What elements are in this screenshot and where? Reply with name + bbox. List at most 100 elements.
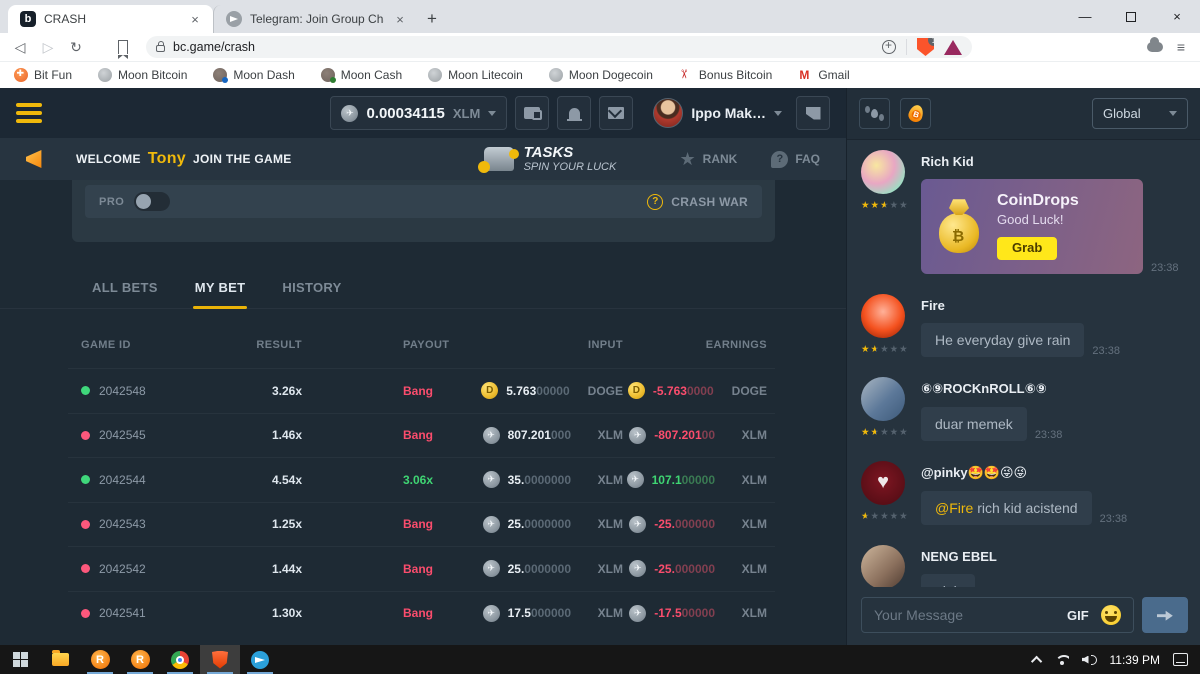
wifi-icon[interactable]	[1055, 655, 1069, 665]
table-row[interactable]: 2042541 1.30x Bang 17.5000000 XLM -17.50…	[68, 591, 775, 636]
bookmark-label: Gmail	[818, 68, 849, 82]
taskbar-telegram-app[interactable]	[240, 645, 280, 674]
gif-button[interactable]: GIF	[1067, 608, 1089, 623]
chat-username[interactable]: Fire	[921, 298, 1188, 313]
input-cell: 5.76300000 DOGE	[468, 382, 623, 399]
lock-icon[interactable]	[156, 45, 165, 52]
table-row[interactable]: 2042545 1.46x Bang 807.201000 XLM -807.2…	[68, 413, 775, 458]
close-tab-icon[interactable]: ×	[187, 12, 203, 27]
taskbar-chrome-app[interactable]	[160, 645, 200, 674]
chat-bubble: duar memek	[921, 407, 1027, 441]
table-row[interactable]: 2042543 1.25x Bang 25.0000000 XLM -25.00…	[68, 502, 775, 547]
crash-war-label[interactable]: CRASH WAR	[671, 195, 748, 209]
messages-button[interactable]	[599, 96, 633, 130]
taskbar-rcoin-app[interactable]: R	[80, 645, 120, 674]
bet-tab-my-bet[interactable]: MY BET	[193, 270, 248, 308]
back-icon[interactable]: ◁	[8, 35, 32, 59]
bookmark-label: Moon Cash	[341, 68, 402, 82]
minimize-button[interactable]: —	[1062, 0, 1108, 33]
action-center-icon[interactable]	[1173, 653, 1188, 666]
close-window-button[interactable]: ×	[1154, 0, 1200, 33]
payout-value: Bang	[308, 384, 468, 398]
rain-button[interactable]	[859, 98, 890, 129]
brave-shield-icon[interactable]: 1	[917, 38, 934, 56]
send-icon	[1157, 608, 1173, 622]
wallet-icon	[524, 107, 540, 119]
bookmark-item[interactable]: Moon Dogecoin	[549, 68, 653, 82]
new-tab-button[interactable]: +	[418, 5, 446, 33]
telegram-icon	[251, 651, 269, 669]
chat-message: ★★★★★ Rich Kid CoinDrops Good Luck! Grab…	[861, 150, 1188, 274]
brave-rewards-icon[interactable]	[944, 40, 962, 55]
tab-telegram[interactable]: Telegram: Join Group Chat ×	[213, 5, 418, 33]
taskbar-start-button[interactable]	[0, 645, 40, 674]
avatar[interactable]	[861, 545, 905, 587]
question-icon: ?	[771, 151, 788, 168]
message-input-box[interactable]: GIF	[861, 597, 1134, 633]
rank-link[interactable]: ★ RANK	[680, 150, 738, 168]
reload-icon[interactable]: ↻	[64, 35, 88, 59]
wallet-button[interactable]	[515, 96, 549, 130]
close-tab-icon[interactable]: ×	[392, 12, 408, 27]
table-row[interactable]: 2042548 3.26x Bang 5.76300000 DOGE -5.76…	[68, 368, 775, 413]
send-button[interactable]	[1142, 597, 1188, 633]
cloud-icon[interactable]	[1147, 42, 1163, 52]
browser-menu-icon[interactable]: ≡	[1177, 39, 1186, 55]
tray-expand-icon[interactable]	[1030, 655, 1041, 666]
avatar[interactable]	[861, 294, 905, 338]
chrome-icon	[171, 651, 189, 669]
tasks-link[interactable]: TASKS SPIN YOUR LUCK	[484, 144, 617, 174]
pro-toggle[interactable]	[134, 192, 170, 211]
avatar[interactable]	[861, 377, 905, 421]
coin-icon	[627, 471, 644, 488]
clock[interactable]: 11:39 PM	[1110, 653, 1160, 667]
bookmark-item[interactable]: Moon Bitcoin	[98, 68, 187, 82]
grab-button[interactable]: Grab	[997, 237, 1057, 260]
volume-icon[interactable]	[1082, 655, 1097, 665]
forward-icon[interactable]: ▷	[36, 35, 60, 59]
tab-title: Telegram: Join Group Chat	[250, 12, 384, 26]
bookmark-item[interactable]: Moon Dash	[213, 68, 294, 82]
avatar[interactable]	[861, 461, 905, 505]
hamburger-menu-icon[interactable]	[16, 103, 42, 123]
chat-username[interactable]: Rich Kid	[921, 154, 1188, 169]
table-row[interactable]: 2042542 1.44x Bang 25.0000000 XLM -25.00…	[68, 546, 775, 591]
url-text[interactable]: bc.game/crash	[173, 40, 874, 54]
chat-username[interactable]: ⑥⑨ROCKnROLL⑥⑨	[921, 381, 1188, 397]
star-icon: ★	[680, 150, 696, 168]
bet-tab-all-bets[interactable]: ALL BETS	[90, 270, 160, 308]
emoji-button[interactable]	[1101, 605, 1121, 625]
balance-selector[interactable]: 0.00034115 XLM	[330, 96, 507, 130]
tab-crash[interactable]: b CRASH ×	[8, 5, 213, 33]
bookmark-item[interactable]: Gmail	[798, 68, 849, 82]
taskbar-brave-app[interactable]	[200, 645, 240, 674]
bookmark-item[interactable]: Bit Fun	[14, 68, 72, 82]
circle-plus-icon[interactable]	[882, 40, 896, 54]
chat-username[interactable]: @pinky🤩🤩😜😜	[921, 465, 1188, 481]
faq-link[interactable]: ? FAQ	[771, 151, 820, 168]
bookmark-item[interactable]: Bonus Bitcoin	[679, 68, 772, 82]
bet-tab-history[interactable]: HISTORY	[280, 270, 343, 308]
maximize-button[interactable]	[1108, 0, 1154, 33]
address-bar[interactable]: bc.game/crash 1	[146, 36, 972, 58]
notifications-button[interactable]	[557, 96, 591, 130]
user-menu[interactable]: Ippo Mak…	[653, 98, 782, 128]
bookmark-item[interactable]: Moon Cash	[321, 68, 402, 82]
bc-game-favicon: b	[20, 11, 36, 27]
message-input[interactable]	[874, 607, 1055, 623]
taskbar-folder-app[interactable]	[40, 645, 80, 674]
avatar[interactable]	[861, 150, 905, 194]
mention[interactable]: @Fire	[935, 500, 973, 516]
chat-username[interactable]: NENG EBEL	[921, 549, 1188, 564]
help-icon[interactable]: ?	[647, 194, 663, 210]
coindrop-button[interactable]	[900, 98, 931, 129]
status-dot	[81, 520, 90, 529]
result-value: 4.54x	[243, 473, 308, 487]
welcome-suffix: JOIN THE GAME	[193, 152, 292, 166]
chat-toggle-button[interactable]	[796, 96, 830, 130]
table-row[interactable]: 2042544 4.54x 3.06x 35.0000000 XLM 107.1…	[68, 457, 775, 502]
channel-select[interactable]: Global	[1092, 98, 1188, 129]
bookmark-icon[interactable]	[118, 40, 128, 54]
taskbar-rcoin-app[interactable]: R	[120, 645, 160, 674]
bookmark-item[interactable]: Moon Litecoin	[428, 68, 523, 82]
